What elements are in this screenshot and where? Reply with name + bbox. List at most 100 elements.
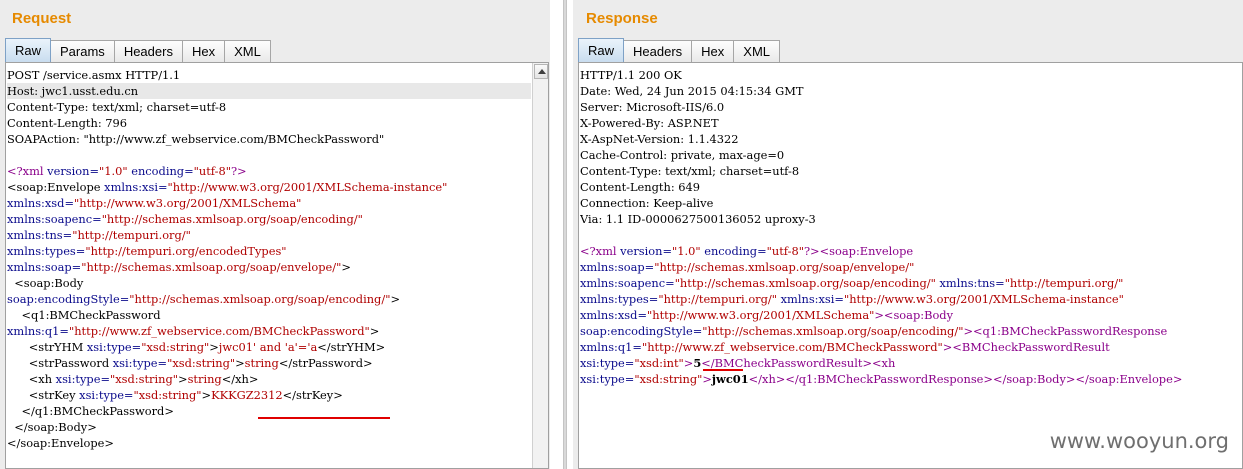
- request-scrollbar[interactable]: [532, 63, 548, 468]
- request-code-token: <strPassword: [7, 356, 113, 370]
- response-code-token: encoding=: [700, 244, 767, 258]
- request-tab-raw[interactable]: Raw: [5, 38, 52, 62]
- request-tab-params[interactable]: Params: [50, 40, 115, 62]
- request-code-token: <q1:BMCheckPassword: [7, 308, 161, 322]
- request-code-token: xmlns:xsd=: [7, 196, 74, 210]
- response-code-token: xmlns:xsi=: [777, 292, 844, 306]
- request-code-token: "xsd:string": [133, 388, 202, 402]
- request-code-token: "http://www.w3.org/2001/XMLSchema": [74, 196, 302, 210]
- request-code-line: <strKey xsi:type="xsd:string">KKKGZ2312<…: [7, 387, 531, 403]
- request-code-line: SOAPAction: "http://www.zf_webservice.co…: [7, 131, 531, 147]
- response-code-token: "http://www.w3.org/2001/XMLSchema": [647, 308, 875, 322]
- result-underline: [703, 369, 743, 371]
- response-code-token: "utf-8": [766, 244, 804, 258]
- request-tab-headers[interactable]: Headers: [113, 40, 183, 62]
- response-code-line: Date: Wed, 24 Jun 2015 04:15:34 GMT: [580, 83, 1242, 99]
- request-tab-xml[interactable]: XML: [224, 40, 271, 62]
- request-code-line: <strPassword xsi:type="xsd:string">strin…: [7, 355, 531, 371]
- request-code-token: "xsd:string": [141, 340, 210, 354]
- request-code-line: <xh xsi:type="xsd:string">string</xh>: [7, 371, 531, 387]
- response-code-line: xsi:type="xsd:int">5</BMCheckPasswordRes…: [580, 355, 1242, 371]
- request-code-line: xmlns:xsd="http://www.w3.org/2001/XMLSch…: [7, 195, 531, 211]
- response-code-token: Date: Wed, 24 Jun 2015 04:15:34 GMT: [580, 84, 804, 98]
- scroll-up-arrow-icon[interactable]: [534, 64, 548, 79]
- request-code-line: POST /service.asmx HTTP/1.1: [7, 67, 531, 83]
- response-code-line: Connection: Keep-alive: [580, 195, 1242, 211]
- request-code-token: Content-Length: 796: [7, 116, 128, 130]
- request-code-token: "http://www.zf_webservice.com/BMCheckPas…: [68, 324, 370, 338]
- request-code-line: Host: jwc1.usst.edu.cn: [7, 83, 531, 99]
- response-code-token: xmlns:xsd=: [580, 308, 647, 322]
- response-tab-raw[interactable]: Raw: [578, 38, 625, 62]
- response-code-line: Server: Microsoft-IIS/6.0: [580, 99, 1242, 115]
- response-code-token: Server: Microsoft-IIS/6.0: [580, 100, 725, 114]
- request-code-token: >: [209, 340, 219, 354]
- response-code-token: "1.0": [672, 244, 701, 258]
- request-code-line: <q1:BMCheckPassword: [7, 307, 531, 323]
- response-code-token: </q1:BMCheckPasswordResponse>: [785, 372, 993, 386]
- response-code-token: >: [942, 340, 953, 354]
- request-code-line: soap:encodingStyle="http://schemas.xmlso…: [7, 291, 531, 307]
- request-code-line: <?xml version="1.0" encoding="utf-8"?>: [7, 163, 531, 179]
- response-code-token: Cache-Control: private, max-age=0: [580, 148, 785, 162]
- request-tab-hex[interactable]: Hex: [181, 40, 226, 62]
- response-tab-hex[interactable]: Hex: [691, 40, 735, 62]
- response-tab-xml[interactable]: XML: [733, 40, 781, 62]
- response-code-token: xmlns:soapenc=: [580, 276, 675, 290]
- request-code-token: Host: jwc1.usst.edu.cn: [7, 84, 139, 98]
- response-code-token: <xh: [872, 356, 896, 370]
- response-code-token: >: [874, 308, 884, 322]
- request-code-line: xmlns:soapenc="http://schemas.xmlsoap.or…: [7, 211, 531, 227]
- response-code-token: xmlns:q1=: [580, 340, 642, 354]
- response-code-line: xmlns:soapenc="http://schemas.xmlsoap.or…: [580, 275, 1242, 291]
- request-code-token: xmlns:q1=: [7, 324, 69, 338]
- request-editor[interactable]: POST /service.asmx HTTP/1.1 Host: jwc1.us…: [5, 62, 549, 469]
- request-code-token: xsi:type=: [112, 356, 168, 370]
- response-code-line: Content-Type: text/xml; charset=utf-8: [580, 163, 1242, 179]
- response-code-token: <soap:Body: [883, 308, 954, 322]
- request-code-line: xmlns:tns="http://tempuri.org/": [7, 227, 531, 243]
- request-code-token: "xsd:string": [110, 372, 179, 386]
- request-body: POST /service.asmx HTTP/1.1 Host: jwc1.us…: [7, 67, 531, 451]
- request-code-token: jwc01' and 'a'='a: [218, 340, 318, 354]
- request-code-token: xsi:type=: [79, 388, 134, 402]
- response-code-token: xmlns:soap=: [580, 260, 655, 274]
- response-code-token: "http://www.w3.org/2001/XMLSchema-instan…: [843, 292, 1124, 306]
- request-code-token: xmlns:tns=: [7, 228, 73, 242]
- request-panel: Request Raw Params Headers Hex XML POST /ser…: [0, 0, 550, 469]
- response-code-line: HTTP/1.1 200 OK: [580, 67, 1242, 83]
- response-code-token: Content-Type: text/xml; charset=utf-8: [580, 164, 800, 178]
- request-code-token: >: [201, 388, 212, 402]
- response-code-token: "http://tempuri.org/": [658, 292, 777, 306]
- panel-splitter[interactable]: [563, 0, 567, 469]
- response-title: Response: [586, 10, 658, 27]
- request-code-token: encoding=: [127, 164, 194, 178]
- response-tab-headers[interactable]: Headers: [623, 40, 693, 62]
- request-code-line: xmlns:soap="http://schemas.xmlsoap.org/s…: [7, 259, 531, 275]
- response-code-line: X-Powered-By: ASP.NET: [580, 115, 1242, 131]
- response-code-line: Content-Length: 649: [580, 179, 1242, 195]
- request-code-token: xsi:type=: [55, 372, 110, 386]
- response-editor[interactable]: HTTP/1.1 200 OK Date: Wed, 24 Jun 2015 04…: [578, 62, 1243, 469]
- injection-underline: [258, 417, 390, 419]
- request-code-token: "utf-8": [193, 164, 231, 178]
- request-code-token: >: [235, 356, 245, 370]
- response-code-token: Via: 1.1 ID-0000627500136052 uproxy-3: [580, 212, 816, 226]
- request-code-token: KKKGZ2312: [211, 388, 283, 402]
- response-code-line: X-AspNet-Version: 1.1.4322: [580, 131, 1242, 147]
- response-code-token: "xsd:int": [634, 356, 684, 370]
- request-code-line: </soap:Body>: [7, 419, 531, 435]
- response-code-token: Content-Length: 649: [580, 180, 701, 194]
- request-code-token: SOAPAction: "http://www.zf_webservice.co…: [7, 132, 385, 146]
- request-code-token: </q1:BMCheckPassword>: [7, 404, 174, 418]
- response-code-line: soap:encodingStyle="http://schemas.xmlso…: [580, 323, 1242, 339]
- response-code-line: Cache-Control: private, max-age=0: [580, 147, 1242, 163]
- request-code-token: string: [187, 372, 222, 386]
- request-code-token: </strKey>: [282, 388, 343, 402]
- request-code-token: version=: [47, 164, 99, 178]
- response-code-token: </xh>: [748, 372, 786, 386]
- response-code-token: "http://schemas.xmlsoap.org/soap/envelop…: [654, 260, 915, 274]
- response-code-token: >: [963, 324, 973, 338]
- response-code-line: Via: 1.1 ID-0000627500136052 uproxy-3: [580, 211, 1242, 227]
- response-code-token: xmlns:tns=: [935, 276, 1005, 290]
